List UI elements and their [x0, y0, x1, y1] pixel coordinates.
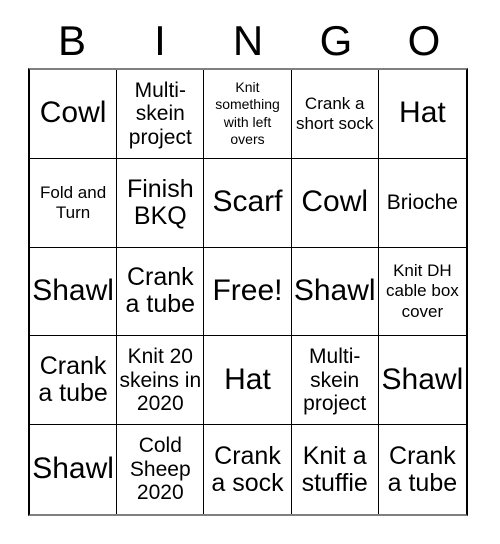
bingo-cell[interactable]: Crank a tube [378, 425, 466, 514]
bingo-cell[interactable]: Cowl [291, 158, 379, 248]
bingo-header-letter-n: N [232, 17, 264, 64]
bingo-cell[interactable]: Finish BKQ [117, 158, 205, 248]
bingo-header-letter-o: O [407, 17, 441, 64]
bingo-cell[interactable]: Knit something with left overs [204, 70, 292, 159]
bingo-cell-label: Crank a tube [125, 263, 196, 319]
bingo-cell[interactable]: Crank a short sock [291, 70, 379, 159]
bingo-header-letter-b: B [57, 17, 86, 64]
bingo-cell[interactable]: Hat [204, 336, 292, 426]
bingo-cell-label: Shawl [381, 362, 464, 396]
bingo-cell-label: Crank a sock [211, 441, 284, 497]
bingo-cell-label: Cold Sheep 2020 [129, 434, 191, 505]
bingo-cell-label: Knit a stuffie [301, 441, 368, 497]
bingo-cell[interactable]: Multi-skein project [117, 70, 205, 159]
bingo-grid: Cowl Multi-skein project Knit something wi… [28, 68, 468, 516]
bingo-cell[interactable]: Crank a sock [204, 425, 292, 514]
bingo-cell[interactable]: Knit DH cable box cover [378, 247, 466, 337]
bingo-header-letter-g: G [319, 17, 353, 64]
bingo-cell-label: Brioche [386, 190, 458, 214]
bingo-cell-label: Cowl [301, 185, 369, 219]
bingo-cell-label: Fold and Turn [40, 182, 107, 222]
bingo-cell[interactable]: Brioche [378, 158, 466, 248]
bingo-header-letter-i: I [154, 17, 166, 64]
bingo-cell[interactable]: Fold and Turn [30, 158, 118, 248]
bingo-cell[interactable]: Shawl [291, 247, 379, 337]
bingo-cell[interactable]: Cowl [30, 70, 118, 159]
bingo-cell-label: Hat [224, 362, 271, 396]
bingo-cell[interactable]: Cold Sheep 2020 [117, 425, 205, 514]
bingo-header-row: B I N G O [28, 14, 468, 68]
bingo-cell-label: Knit something with left overs [215, 78, 280, 148]
bingo-cell[interactable]: Shawl [378, 336, 466, 426]
bingo-cell[interactable]: Scarf [204, 158, 292, 248]
bingo-cell[interactable]: Shawl [30, 247, 118, 337]
bingo-cell[interactable]: Crank a tube [30, 336, 118, 426]
bingo-cell-label: Multi-skein project [303, 345, 367, 416]
bingo-card: B I N G O Cowl Multi-skein project Knit so… [0, 0, 500, 544]
bingo-cell-label: Cowl [39, 96, 107, 130]
bingo-cell-label: Crank a tube [387, 441, 458, 497]
bingo-cell-label: Scarf [212, 185, 283, 219]
bingo-cell[interactable]: Knit 20 skeins in 2020 [117, 336, 205, 426]
bingo-cell-label: Shawl [32, 452, 114, 486]
bingo-cell-label: Free! [212, 274, 283, 308]
bingo-cell-label: Knit 20 skeins in 2020 [119, 345, 202, 416]
bingo-cell[interactable]: Shawl [30, 425, 118, 514]
bingo-cell-label: Hat [399, 96, 446, 130]
bingo-cell[interactable]: Multi-skein project [291, 336, 379, 426]
bingo-cell-label: Finish BKQ [126, 174, 194, 230]
bingo-cell[interactable]: Hat [378, 70, 466, 159]
bingo-cell-label: Knit DH cable box cover [386, 261, 459, 321]
bingo-free-space[interactable]: Free! [204, 247, 292, 337]
bingo-cell-label: Multi-skein project [128, 78, 192, 149]
bingo-cell-label: Crank a short sock [295, 93, 374, 133]
bingo-cell-label: Shawl [293, 274, 376, 308]
bingo-cell-label: Shawl [32, 274, 114, 308]
bingo-cell[interactable]: Crank a tube [117, 247, 205, 337]
bingo-cell-label: Crank a tube [38, 352, 108, 408]
bingo-cell[interactable]: Knit a stuffie [291, 425, 379, 514]
